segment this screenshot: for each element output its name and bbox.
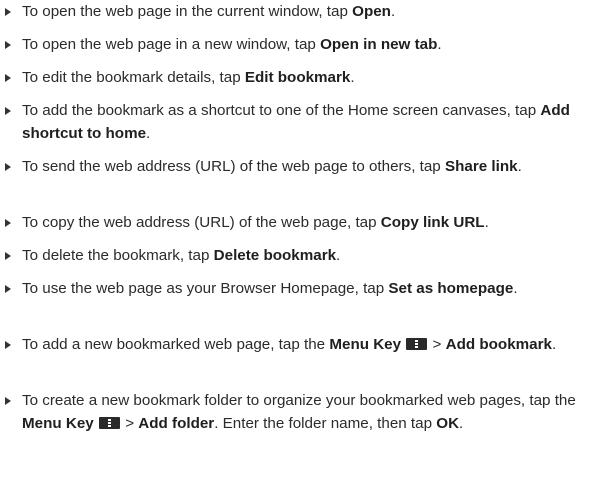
item-text: To open the web page in the current wind… — [22, 3, 353, 20]
list-item: To add the bookmark as a shortcut to one… — [0, 99, 595, 145]
item-text: To add the bookmark as a shortcut to one… — [22, 102, 541, 119]
bullet-arrow-icon — [5, 219, 11, 227]
item-text-end: . — [336, 247, 341, 264]
bullet-arrow-icon — [5, 74, 11, 82]
bullet-arrow-icon — [5, 285, 11, 293]
item-action: Open — [352, 3, 391, 20]
item-text: To send the web address (URL) of the web… — [22, 158, 445, 175]
item-text-end: . — [350, 69, 355, 86]
item-text-end: . — [551, 336, 557, 353]
bullet-arrow-icon — [5, 341, 11, 349]
item-action: Edit bookmark — [244, 69, 351, 86]
bullet-arrow-icon — [5, 397, 11, 405]
item-text: To open the web page in a new window, ta… — [22, 36, 321, 53]
item-text-end: . — [437, 36, 442, 53]
item-text: To copy the web address (URL) of the web… — [22, 214, 381, 231]
item-text: To edit the bookmark details, tap — [22, 69, 245, 86]
item-text-final: . — [459, 415, 464, 432]
list-item: To use the web page as your Browser Home… — [0, 277, 595, 300]
item-text: To create a new bookmark folder to organ… — [22, 392, 576, 409]
list-item: To create a new bookmark folder to organ… — [0, 389, 595, 435]
list-item: To copy the web address (URL) of the web… — [0, 211, 595, 234]
list-item: To delete the bookmark, tap Delete bookm… — [0, 244, 595, 267]
list-item: To edit the bookmark details, tap Edit b… — [0, 66, 595, 89]
bullet-arrow-icon — [5, 163, 11, 171]
list-item: To open the web page in the current wind… — [0, 0, 595, 23]
item-action: Set as homepage — [388, 280, 514, 297]
list-item: To open the web page in a new window, ta… — [0, 33, 595, 56]
item-text-end: . — [513, 280, 518, 297]
list-item: To send the web address (URL) of the web… — [0, 155, 595, 178]
item-action: Menu Key — [22, 415, 94, 432]
item-action-3: OK — [436, 415, 460, 432]
bullet-arrow-icon — [5, 252, 11, 260]
item-text-mid: > — [428, 336, 446, 353]
item-text: To add a new bookmarked web page, tap th… — [22, 336, 330, 353]
menu-key-icon — [406, 338, 428, 350]
menu-key-icon — [98, 417, 120, 429]
item-action: Delete bookmark — [213, 247, 337, 264]
item-text: To use the web page as your Browser Home… — [22, 280, 389, 297]
bullet-arrow-icon — [5, 107, 11, 115]
item-text-end: . Enter the folder name, then tap — [214, 415, 437, 432]
item-action-2: Add folder — [138, 415, 215, 432]
item-action: Share link — [444, 158, 518, 175]
list-item: To add a new bookmarked web page, tap th… — [0, 333, 595, 356]
item-action: Copy link URL — [380, 214, 485, 231]
item-text-end: . — [484, 214, 489, 231]
item-text-end: . — [517, 158, 522, 175]
item-action: Open in new tab — [320, 36, 438, 53]
item-text-mid: > — [120, 415, 139, 432]
bullet-arrow-icon — [5, 41, 11, 49]
bullet-arrow-icon — [5, 8, 11, 16]
item-action: Menu Key — [329, 336, 402, 353]
item-text: To delete the bookmark, tap — [22, 247, 214, 264]
item-text-end: . — [390, 3, 396, 20]
item-text-end: . — [146, 125, 151, 142]
item-action-2: Add bookmark — [445, 336, 552, 353]
